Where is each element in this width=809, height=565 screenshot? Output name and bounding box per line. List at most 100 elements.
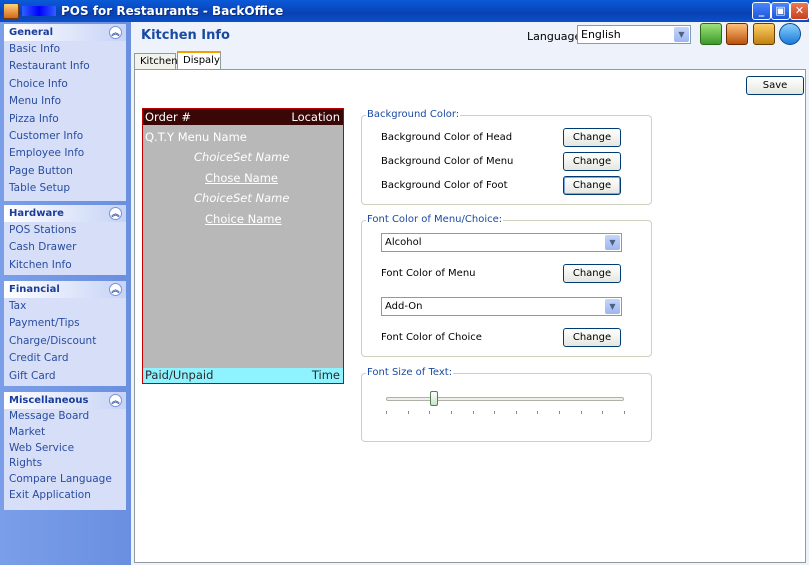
collapse-icon[interactable]: ︽	[109, 26, 122, 39]
help-icon[interactable]	[779, 23, 801, 45]
slider-tick	[537, 411, 539, 414]
preview-order-number: Order #	[145, 110, 191, 124]
sidebar-item-cash-drawer[interactable]: Cash Drawer	[4, 239, 126, 256]
cash-register-icon[interactable]	[726, 23, 748, 45]
sidebar-item-pizza-info[interactable]: Pizza Info	[4, 111, 126, 128]
language-select[interactable]: English ▼	[577, 25, 691, 44]
font-color-group: Font Color of Menu/Choice: Alcohol ▼ Fon…	[361, 214, 652, 357]
sidebar-group-general: General ︽ Basic Info Restaurant Info Choi…	[4, 24, 126, 201]
chart-icon[interactable]	[753, 23, 775, 45]
window-title: POS for Restaurants - BackOffice	[61, 4, 284, 18]
preview-choice-2: Choice Name	[205, 212, 282, 226]
sidebar-item-customer-info[interactable]: Customer Info	[4, 128, 126, 145]
sidebar-item-web-service[interactable]: Web Service	[4, 441, 126, 457]
preview-choice-1: Chose Name	[205, 171, 279, 185]
sidebar-item-compare-language[interactable]: Compare Language	[4, 472, 126, 488]
redacted-brand	[22, 6, 56, 16]
page-title: Kitchen Info	[141, 28, 230, 43]
menu-category-value: Alcohol	[385, 237, 422, 248]
save-button[interactable]: Save	[746, 76, 804, 95]
sidebar-item-table-setup[interactable]: Table Setup	[4, 180, 126, 197]
preview-choiceset-1: ChoiceSet Name	[194, 150, 290, 164]
slider-tick	[602, 411, 604, 414]
group-header[interactable]: Hardware ︽	[4, 205, 126, 222]
slider-tick	[386, 411, 387, 414]
font-menu-label: Font Color of Menu	[381, 268, 476, 279]
preview-time: Time	[311, 368, 340, 382]
sidebar-item-kitchen-info[interactable]: Kitchen Info	[4, 257, 126, 274]
font-size-group: Font Size of Text:	[361, 367, 652, 442]
sidebar-item-pos-stations[interactable]: POS Stations	[4, 222, 126, 239]
collapse-icon[interactable]: ︽	[109, 207, 122, 220]
tab-kitchen[interactable]: Kitchen	[134, 53, 178, 70]
bg-menu-label: Background Color of Menu	[381, 156, 514, 167]
preview-foot: Paid/Unpaid Time	[143, 368, 343, 383]
collapse-icon[interactable]: ︽	[109, 394, 122, 407]
slider-tick	[580, 411, 582, 414]
sidebar-item-message-board[interactable]: Message Board	[4, 409, 126, 425]
font-size-slider-thumb[interactable]	[429, 391, 438, 406]
sidebar-item-basic-info[interactable]: Basic Info	[4, 41, 126, 58]
sidebar-item-exit-application[interactable]: Exit Application	[4, 488, 126, 504]
close-button[interactable]: ✕	[790, 2, 809, 20]
background-color-legend: Background Color:	[366, 109, 461, 120]
main-area: Kitchen Info Language: English ▼ Kitchen…	[131, 22, 809, 565]
group-header[interactable]: General ︽	[4, 24, 126, 41]
bg-foot-change-button[interactable]: Change	[563, 176, 621, 195]
sidebar-item-payment-tips[interactable]: Payment/Tips	[4, 315, 126, 332]
slider-tick	[624, 411, 625, 414]
tab-display[interactable]: Dispaly	[177, 51, 221, 70]
menu-category-select[interactable]: Alcohol ▼	[381, 233, 622, 252]
preview-paid-status: Paid/Unpaid	[145, 368, 214, 382]
choice-category-select[interactable]: Add-On ▼	[381, 297, 622, 316]
ticket-preview: Order # Location Q.T.Y Menu Name ChoiceS…	[142, 108, 344, 384]
sidebar-item-restaurant-info[interactable]: Restaurant Info	[4, 58, 126, 75]
sidebar-item-tax[interactable]: Tax	[4, 298, 126, 315]
sidebar-item-market[interactable]: Market	[4, 425, 126, 441]
slider-tick	[559, 411, 561, 414]
app-icon	[3, 3, 19, 19]
minimize-button[interactable]: _	[752, 2, 771, 20]
sidebar-item-rights[interactable]: Rights	[4, 456, 126, 472]
sidebar-item-charge-discount[interactable]: Charge/Discount	[4, 333, 126, 350]
title-bar: POS for Restaurants - BackOffice _ ▣ ✕	[0, 0, 809, 22]
bg-menu-change-button[interactable]: Change	[563, 152, 621, 171]
group-header[interactable]: Miscellaneous ︽	[4, 392, 126, 409]
font-menu-change-button[interactable]: Change	[563, 264, 621, 283]
slider-tick	[494, 411, 496, 414]
bg-foot-label: Background Color of Foot	[381, 180, 508, 191]
font-choice-label: Font Color of Choice	[381, 332, 482, 343]
chevron-down-icon[interactable]: ▼	[605, 299, 620, 314]
sidebar-item-menu-info[interactable]: Menu Info	[4, 93, 126, 110]
sidebar: General ︽ Basic Info Restaurant Info Choi…	[0, 22, 131, 565]
chevron-down-icon[interactable]: ▼	[674, 27, 689, 42]
slider-tick	[472, 411, 474, 414]
sidebar-item-credit-card[interactable]: Credit Card	[4, 350, 126, 367]
preview-choiceset-2: ChoiceSet Name	[194, 191, 290, 205]
bg-head-change-button[interactable]: Change	[563, 128, 621, 147]
background-color-group: Background Color: Background Color of He…	[361, 109, 652, 205]
font-choice-change-button[interactable]: Change	[563, 328, 621, 347]
language-value: English	[581, 28, 621, 41]
chevron-down-icon[interactable]: ▼	[605, 235, 620, 250]
collapse-icon[interactable]: ︽	[109, 283, 122, 296]
bg-head-label: Background Color of Head	[381, 132, 513, 143]
font-size-legend: Font Size of Text:	[366, 367, 454, 378]
sidebar-item-employee-info[interactable]: Employee Info	[4, 145, 126, 162]
maximize-button[interactable]: ▣	[771, 2, 790, 20]
sidebar-group-miscellaneous: Miscellaneous ︽ Message Board Market Web …	[4, 392, 126, 510]
font-size-slider-track[interactable]	[386, 397, 624, 401]
sidebar-group-hardware: Hardware ︽ POS Stations Cash Drawer Kitch…	[4, 205, 126, 275]
choice-category-value: Add-On	[385, 301, 423, 312]
sidebar-item-choice-info[interactable]: Choice Info	[4, 76, 126, 93]
sidebar-group-financial: Financial ︽ Tax Payment/Tips Charge/Disco…	[4, 281, 126, 386]
preview-head: Order # Location	[143, 109, 343, 125]
calculator-icon[interactable]	[700, 23, 722, 45]
font-color-legend: Font Color of Menu/Choice:	[366, 214, 504, 225]
slider-tick	[515, 411, 517, 414]
sidebar-item-gift-card[interactable]: Gift Card	[4, 368, 126, 385]
sidebar-item-page-button[interactable]: Page Button	[4, 163, 126, 180]
group-header[interactable]: Financial ︽	[4, 281, 126, 298]
display-panel: Save Order # Location Q.T.Y Menu Name Ch…	[134, 69, 806, 563]
slider-tick	[429, 411, 431, 414]
